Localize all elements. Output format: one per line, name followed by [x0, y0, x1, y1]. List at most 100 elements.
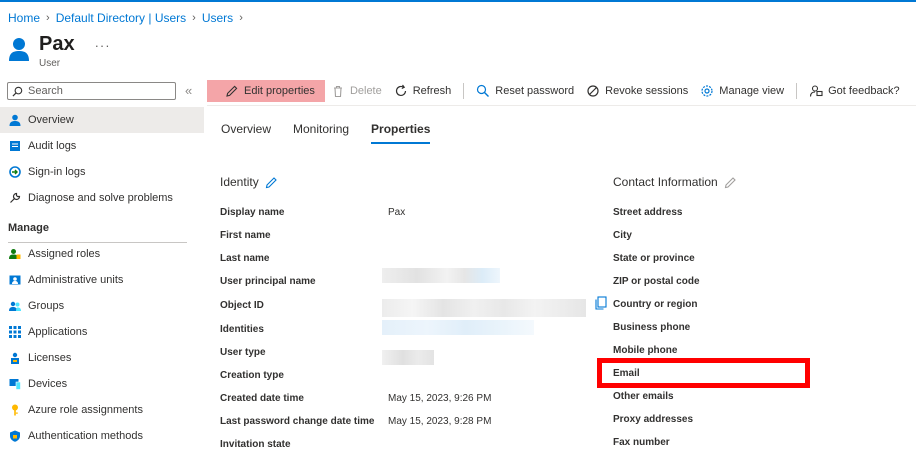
apps-grid-icon	[8, 326, 21, 339]
revoke-sessions-button[interactable]: Revoke sessions	[580, 79, 694, 103]
identity-label: Object ID	[220, 300, 264, 311]
page-subtitle: User	[39, 58, 61, 69]
chevron-right-icon: ›	[192, 12, 196, 24]
tab-properties[interactable]: Properties	[371, 122, 431, 144]
search-box[interactable]	[7, 82, 176, 100]
toolbar-separator	[463, 83, 465, 99]
password-change-date-value: May 15, 2023, 9:28 PM	[388, 416, 492, 427]
identity-label: Identities	[220, 324, 264, 335]
delete-button[interactable]: Delete	[325, 79, 388, 103]
refresh-button[interactable]: Refresh	[388, 79, 458, 103]
sign-in-icon	[8, 166, 21, 179]
audit-logs-icon	[8, 140, 21, 153]
sidebar-section-manage: Manage	[8, 222, 49, 234]
identity-label: Last name	[220, 253, 270, 264]
sidebar-item-assigned-roles[interactable]: Assigned roles	[0, 241, 204, 267]
sidebar-item-azure-role-assignments[interactable]: Azure role assignments	[0, 397, 204, 423]
collapse-sidebar-icon[interactable]: «	[185, 83, 192, 98]
identity-label: Created date time	[220, 393, 304, 404]
page-header: Pax User ···	[8, 34, 111, 69]
breadcrumb: Home › Default Directory | Users › Users…	[8, 11, 243, 25]
redacted-identities	[382, 320, 534, 335]
contact-label: Country or region	[613, 299, 698, 310]
wrench-icon	[8, 192, 21, 205]
user-icon	[8, 114, 21, 127]
page-title: Pax	[39, 33, 75, 55]
feedback-button[interactable]: Got feedback?	[803, 79, 906, 103]
identity-label: First name	[220, 230, 271, 241]
admin-units-icon	[8, 274, 21, 287]
sidebar-item-audit-logs[interactable]: Audit logs	[0, 133, 204, 159]
redacted-user-type	[382, 350, 434, 365]
block-icon	[587, 85, 599, 97]
tab-monitoring[interactable]: Monitoring	[293, 122, 349, 144]
refresh-icon	[395, 84, 406, 97]
search-icon	[12, 86, 23, 97]
manage-view-button[interactable]: Manage view	[694, 79, 790, 103]
chevron-right-icon: ›	[239, 12, 243, 24]
identity-label: Last password change date time	[220, 416, 375, 427]
command-bar: Edit properties Delete Refresh Reset pas…	[207, 79, 906, 103]
identity-section-title: Identity	[220, 175, 278, 189]
contact-label: ZIP or postal code	[613, 276, 700, 287]
toolbar-divider	[207, 105, 916, 106]
sidebar-item-sign-in-logs[interactable]: Sign-in logs	[0, 159, 204, 185]
redacted-object-id	[382, 299, 586, 317]
created-date-value: May 15, 2023, 9:26 PM	[388, 393, 492, 404]
groups-icon	[8, 300, 21, 313]
contact-label: State or province	[613, 253, 695, 264]
tab-overview[interactable]: Overview	[221, 122, 271, 144]
breadcrumb-home[interactable]: Home	[8, 11, 40, 25]
display-name-value: Pax	[388, 207, 406, 218]
sidebar: Overview Audit logs Sign-in logs Diagnos…	[0, 107, 204, 449]
trash-icon	[333, 85, 342, 98]
contact-label: Mobile phone	[613, 345, 678, 356]
identity-label: Invitation state	[220, 439, 291, 450]
sidebar-item-authentication-methods[interactable]: Authentication methods	[0, 423, 204, 449]
sidebar-divider	[8, 242, 187, 243]
identity-label: Display name	[220, 207, 285, 218]
sidebar-item-admin-units[interactable]: Administrative units	[0, 267, 204, 293]
toolbar-separator	[796, 83, 798, 99]
gear-icon	[701, 85, 713, 97]
reset-password-button[interactable]: Reset password	[470, 79, 580, 103]
magnifier-key-icon	[477, 84, 490, 97]
pencil-icon[interactable]	[724, 176, 737, 189]
contact-label: Business phone	[613, 322, 691, 333]
devices-icon	[8, 378, 21, 391]
user-avatar-icon	[9, 38, 29, 61]
contact-label: Other emails	[613, 391, 674, 402]
feedback-icon	[810, 85, 823, 97]
identity-label: User principal name	[220, 276, 316, 287]
pencil-icon[interactable]	[265, 176, 278, 189]
sidebar-item-licenses[interactable]: Licenses	[0, 345, 204, 371]
contact-label: Street address	[613, 207, 683, 218]
edit-properties-button[interactable]: Edit properties	[207, 80, 325, 102]
copy-icon[interactable]	[595, 296, 607, 313]
breadcrumb-directory[interactable]: Default Directory | Users	[56, 11, 186, 25]
email-highlight-box	[597, 358, 810, 388]
contact-label: Fax number	[613, 437, 670, 448]
identity-label: Creation type	[220, 370, 284, 381]
shield-icon	[8, 430, 21, 443]
identity-label: User type	[220, 347, 266, 358]
contact-label: City	[613, 230, 632, 241]
more-options-icon[interactable]: ···	[95, 38, 111, 53]
top-accent-bar	[0, 0, 916, 2]
pencil-icon	[226, 85, 238, 97]
sidebar-item-devices[interactable]: Devices	[0, 371, 204, 397]
tab-bar: Overview Monitoring Properties	[221, 122, 431, 144]
search-input[interactable]	[28, 85, 168, 97]
license-icon	[8, 352, 21, 365]
redacted-upn	[382, 268, 500, 283]
sidebar-item-groups[interactable]: Groups	[0, 293, 204, 319]
sidebar-item-overview[interactable]: Overview	[0, 107, 204, 133]
roles-icon	[8, 248, 21, 261]
breadcrumb-users[interactable]: Users	[202, 11, 233, 25]
contact-label: Proxy addresses	[613, 414, 694, 425]
sidebar-item-diagnose[interactable]: Diagnose and solve problems	[0, 185, 204, 211]
contact-section-title: Contact Information	[613, 175, 737, 189]
sidebar-item-applications[interactable]: Applications	[0, 319, 204, 345]
key-icon	[8, 404, 21, 417]
chevron-right-icon: ›	[46, 12, 50, 24]
